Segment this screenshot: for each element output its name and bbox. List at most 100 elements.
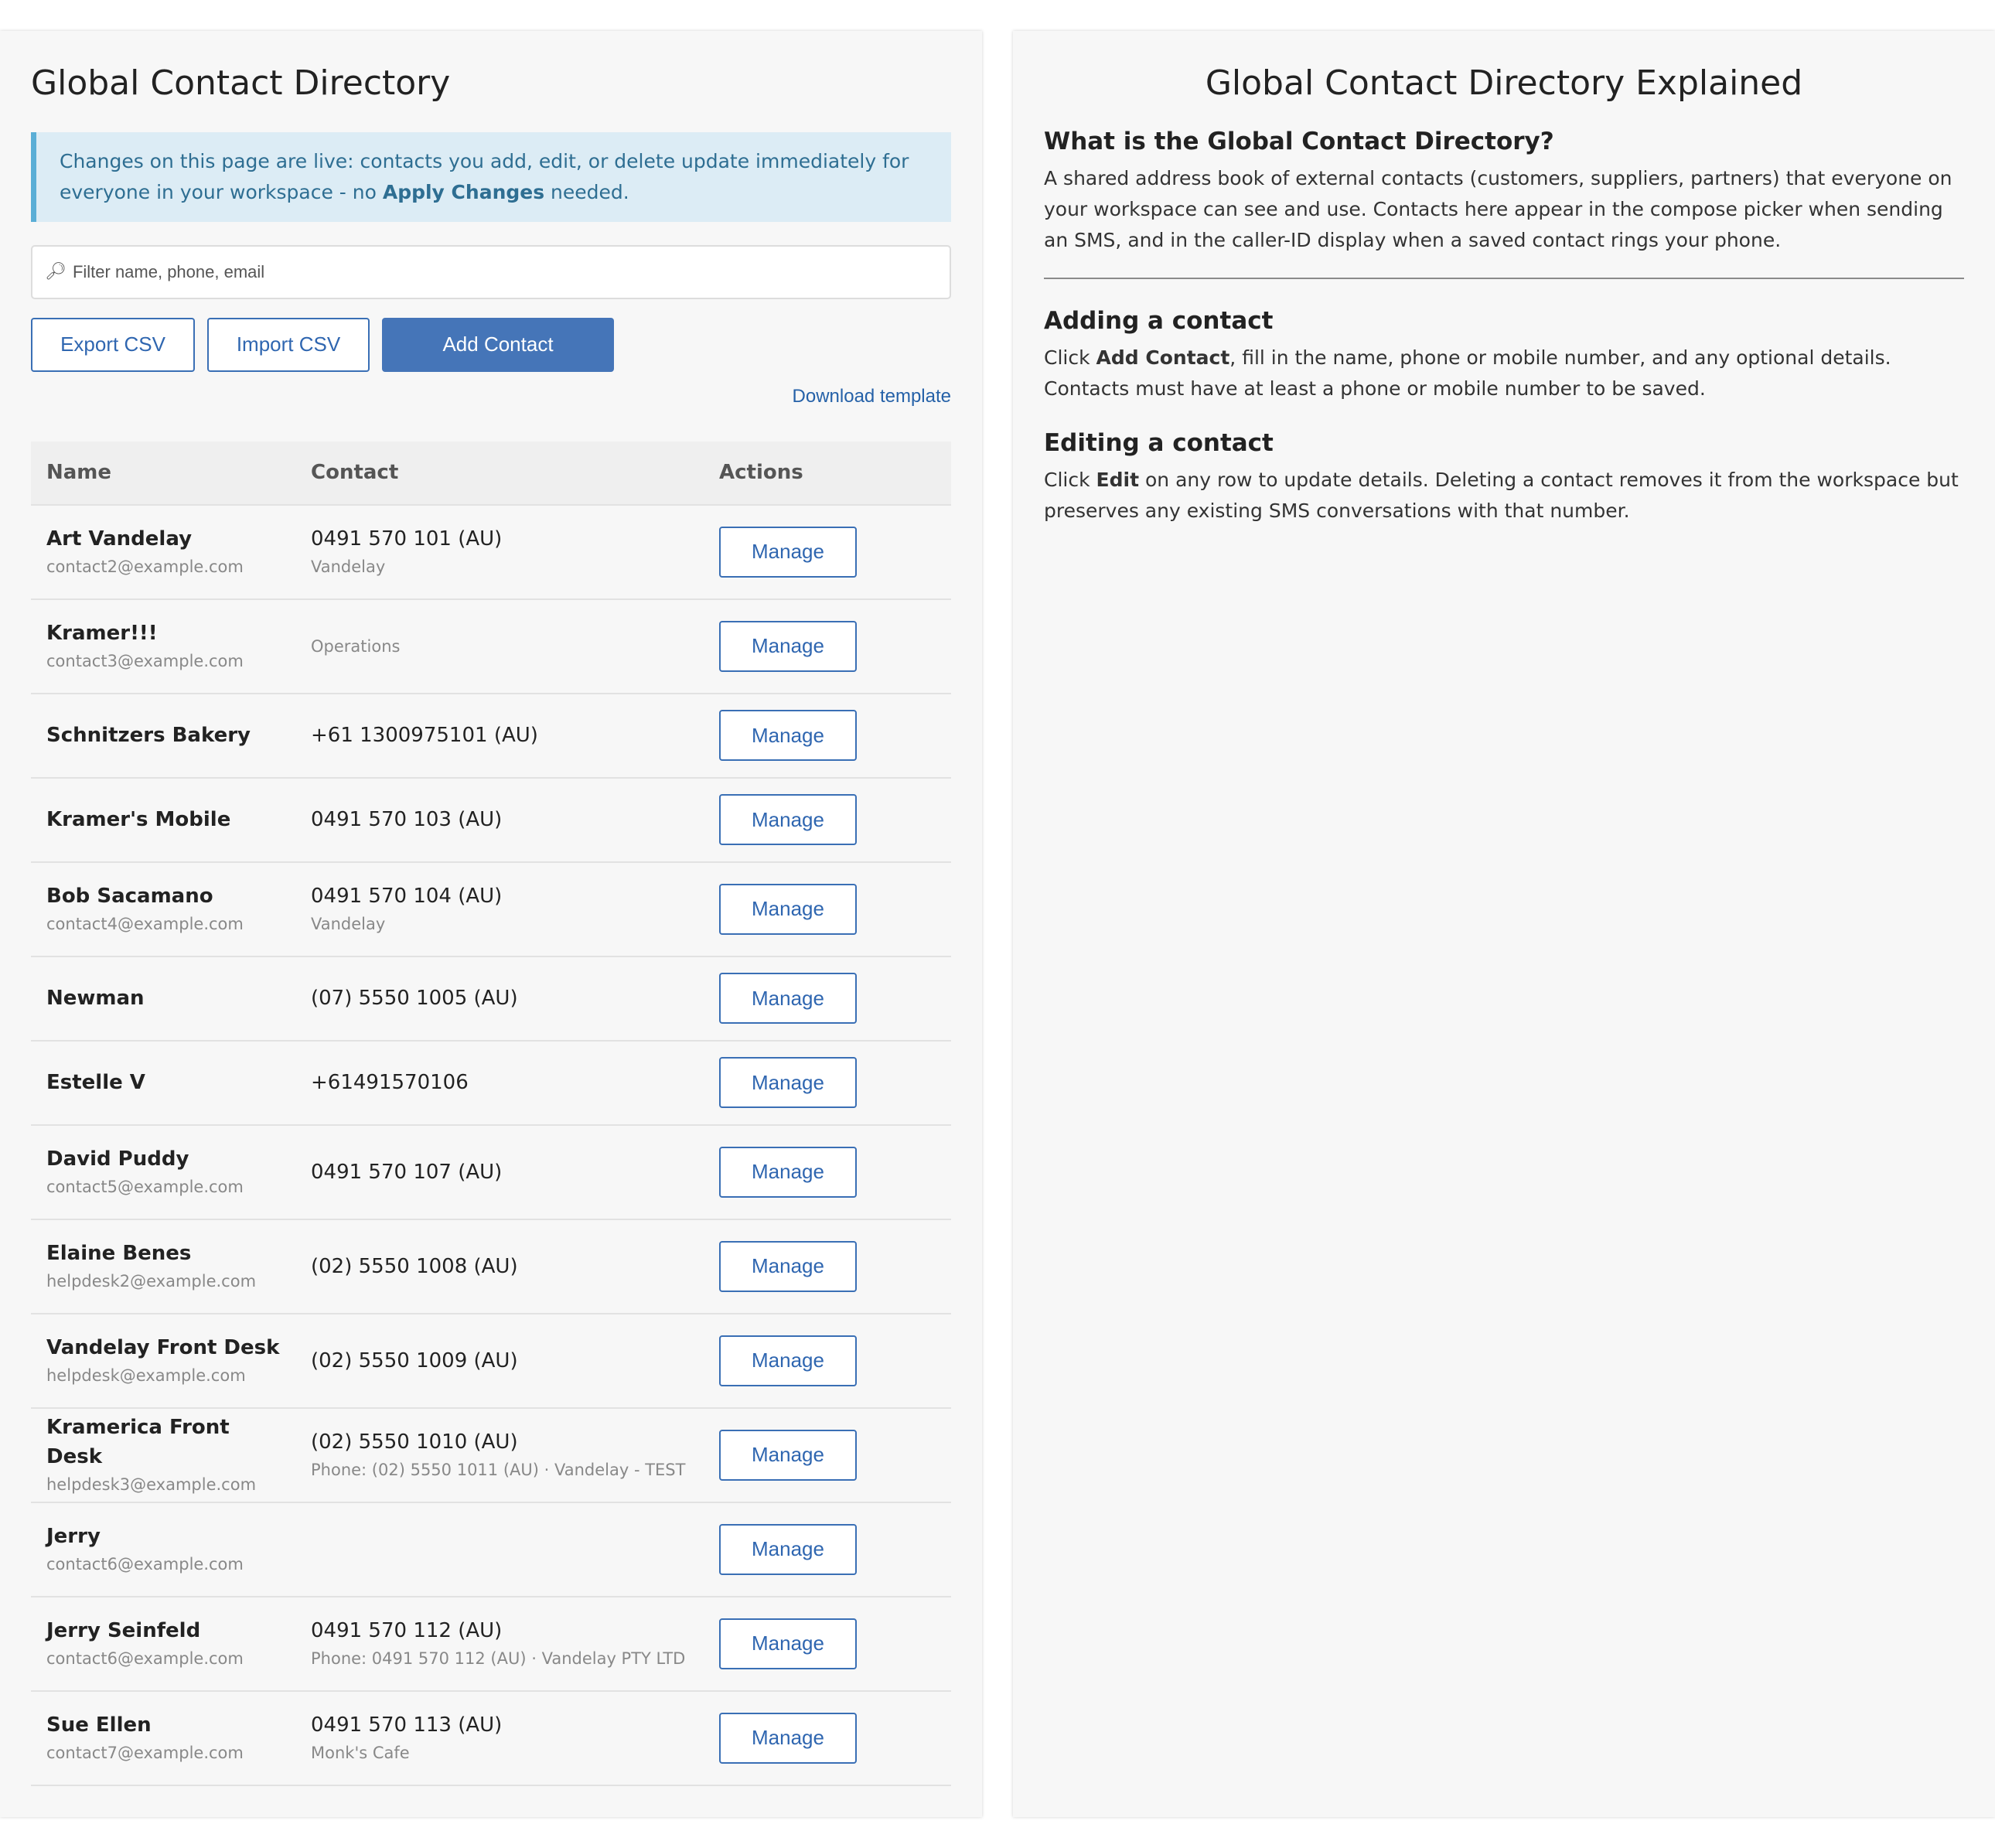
contact-phone: 0491 570 113 (AU) [311, 1713, 503, 1737]
contact-details: Operations [311, 636, 401, 656]
manage-button[interactable]: Manage [719, 526, 857, 578]
contact-name: Jerry Seinfeld [46, 1618, 201, 1642]
contact-cell: (02) 5550 1010 (AU) Phone: (02) 5550 1011… [295, 1407, 704, 1503]
name-cell: Newman [31, 956, 295, 1042]
table-row: Kramerica Front Desk helpdesk3@example.co… [31, 1407, 951, 1503]
contact-email: contact2@example.com [46, 557, 244, 576]
column-header-name: Name [31, 441, 295, 506]
contact-cell: +61 1300975101 (AU) [295, 693, 704, 779]
contact-name: Elaine Benes [46, 1241, 192, 1265]
contact-email: helpdesk3@example.com [46, 1475, 257, 1494]
table-row: Kramer's Mobile 0491 570 103 (AU) Manage [31, 777, 951, 863]
contact-phone: +61 1300975101 (AU) [311, 724, 538, 748]
manage-button[interactable]: Manage [719, 1335, 857, 1386]
manage-button[interactable]: Manage [719, 973, 857, 1025]
table-row: Kramer!!! contact3@example.com Operations M… [31, 598, 951, 694]
import-csv-button[interactable]: Import CSV [207, 317, 370, 372]
contact-cell: (02) 5550 1009 (AU) [295, 1313, 704, 1409]
table-row: Art Vandelay contact2@example.com 0491 570… [31, 504, 951, 600]
contact-name: Schnitzers Bakery [46, 724, 251, 748]
actions-cell: Manage [704, 1596, 951, 1692]
contact-phone: 0491 570 112 (AU) [311, 1618, 503, 1642]
contact-details: Phone: (02) 5550 1011 (AU) · Vandelay - … [311, 1460, 686, 1479]
manage-button[interactable]: Manage [719, 1712, 857, 1764]
explanation-title: Global Contact Directory Explained [1205, 63, 1803, 103]
contact-directory-panel: Global Contact Directory Changes on this… [0, 31, 982, 1817]
name-cell: Estelle V [31, 1040, 295, 1126]
contact-email: contact6@example.com [46, 1649, 244, 1668]
adding-section: Adding a contact Click Add Contact, fill… [1044, 304, 1964, 404]
manage-button[interactable]: Manage [719, 1618, 857, 1669]
manage-button[interactable]: Manage [719, 1523, 857, 1575]
table-row: Bob Sacamano contact4@example.com 0491 570… [31, 861, 951, 957]
adding-heading: Adding a contact [1044, 306, 1274, 335]
contact-email: helpdesk2@example.com [46, 1271, 257, 1291]
manage-button[interactable]: Manage [719, 883, 857, 935]
contact-cell: (02) 5550 1008 (AU) [295, 1219, 704, 1314]
contact-phone: (02) 5550 1008 (AU) [311, 1254, 518, 1278]
contact-cell: +61491570106 [295, 1040, 704, 1126]
actions-cell: Manage [704, 693, 951, 779]
name-cell: Sue Ellen contact7@example.com [31, 1690, 295, 1786]
contact-name: Kramer's Mobile [46, 808, 231, 832]
actions-cell: Manage [704, 1219, 951, 1314]
contact-name: Estelle V [46, 1071, 145, 1095]
contact-name: Vandelay Front Desk [46, 1335, 280, 1359]
actions-cell: Manage [704, 1124, 951, 1220]
contact-name: Sue Ellen [46, 1713, 152, 1737]
adding-bold: Add Contact [1096, 346, 1230, 369]
contact-name: Kramer!!! [46, 621, 158, 645]
actions-cell: Manage [704, 598, 951, 694]
table-row: Elaine Benes helpdesk2@example.com (02) 55… [31, 1219, 951, 1314]
contact-details: Vandelay [311, 557, 386, 576]
manage-button[interactable]: Manage [719, 1146, 857, 1198]
table-row: Schnitzers Bakery +61 1300975101 (AU) Mana… [31, 693, 951, 779]
name-cell: Elaine Benes helpdesk2@example.com [31, 1219, 295, 1314]
adding-prefix: Click [1044, 346, 1096, 369]
contact-phone: (02) 5550 1009 (AU) [311, 1348, 518, 1372]
name-cell: Kramer!!! contact3@example.com [31, 598, 295, 694]
manage-button[interactable]: Manage [719, 1240, 857, 1292]
contact-name: Kramerica Front Desk [46, 1415, 230, 1468]
add-contact-button[interactable]: Add Contact [382, 317, 614, 372]
contact-details: Phone: 0491 570 112 (AU) · Vandelay PTY … [311, 1649, 686, 1668]
editing-heading: Editing a contact [1044, 428, 1274, 457]
name-cell: Kramer's Mobile [31, 777, 295, 863]
actions-cell: Manage [704, 861, 951, 957]
manage-button[interactable]: Manage [719, 710, 857, 762]
contact-cell: 0491 570 113 (AU) Monk's Cafe [295, 1690, 704, 1786]
editing-bold: Edit [1096, 468, 1140, 491]
actions-cell: Manage [704, 1407, 951, 1503]
name-cell: Schnitzers Bakery [31, 693, 295, 779]
contact-email: contact5@example.com [46, 1177, 244, 1196]
name-cell: Kramerica Front Desk helpdesk3@example.co… [31, 1407, 295, 1503]
notice-bold-text: Apply Changes [382, 180, 545, 203]
manage-button[interactable]: Manage [719, 1057, 857, 1109]
editing-body: Click Edit on any row to update details.… [1044, 465, 1964, 527]
contact-phone: (07) 5550 1005 (AU) [311, 987, 518, 1011]
name-cell: Jerry contact6@example.com [31, 1502, 295, 1597]
download-template-link[interactable]: Download template [793, 386, 951, 407]
page-title: Global Contact Directory [31, 63, 451, 103]
contact-email: contact6@example.com [46, 1554, 244, 1574]
manage-button[interactable]: Manage [719, 620, 857, 672]
actions-cell: Manage [704, 1502, 951, 1597]
name-cell: Bob Sacamano contact4@example.com [31, 861, 295, 957]
column-header-contact: Contact [295, 441, 704, 506]
filter-box[interactable]: 🔍︎ [31, 244, 951, 299]
contact-cell: 0491 570 112 (AU) Phone: 0491 570 112 (AU… [295, 1596, 704, 1692]
contact-phone: 0491 570 103 (AU) [311, 808, 503, 832]
column-header-actions: Actions [704, 441, 951, 506]
contacts-table: Name Contact Actions Art Vandelay contact… [31, 441, 951, 1786]
notice-suffix: needed. [544, 180, 629, 203]
table-header-row: Name Contact Actions [31, 441, 951, 506]
actions-cell: Manage [704, 504, 951, 600]
manage-button[interactable]: Manage [719, 794, 857, 846]
contact-cell: 0491 570 101 (AU) Vandelay [295, 504, 704, 600]
contact-phone: 0491 570 101 (AU) [311, 527, 503, 551]
manage-button[interactable]: Manage [719, 1429, 857, 1481]
filter-input[interactable] [72, 261, 937, 282]
actions-cell: Manage [704, 956, 951, 1042]
name-cell: Jerry Seinfeld contact6@example.com [31, 1596, 295, 1692]
export-csv-button[interactable]: Export CSV [31, 317, 195, 372]
